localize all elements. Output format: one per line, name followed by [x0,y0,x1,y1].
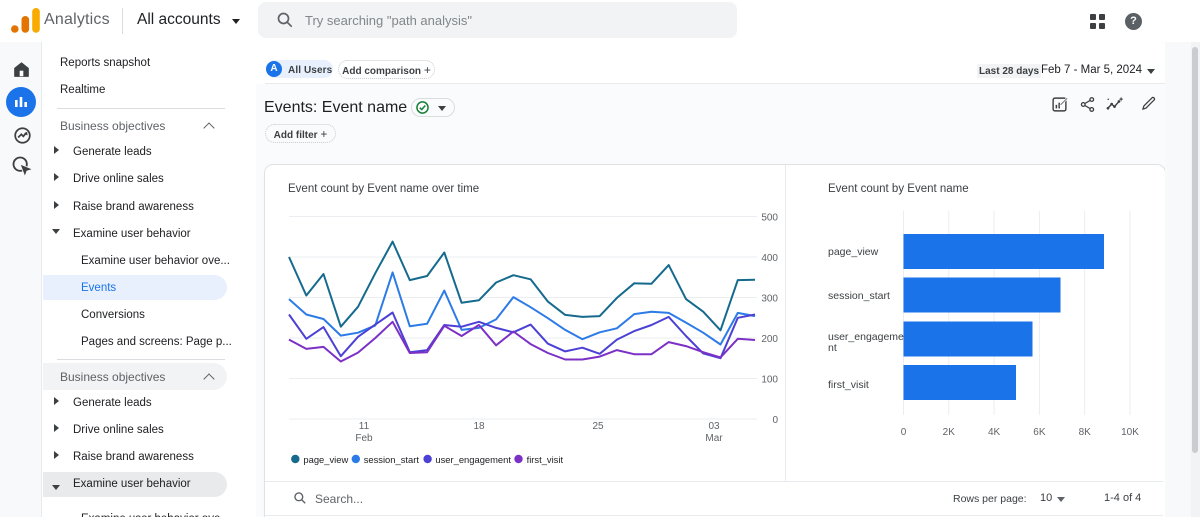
svg-text:first_visit: first_visit [828,379,869,391]
svg-text:Mar: Mar [705,433,723,444]
svg-text:page_view: page_view [828,246,879,258]
svg-text:user_engagement: user_engagement [435,454,511,465]
svg-text:200: 200 [761,334,778,345]
svg-text:6K: 6K [1033,427,1046,438]
svg-text:session_start: session_start [828,290,890,302]
svg-text:nt: nt [828,342,837,354]
svg-text:0: 0 [901,427,907,438]
svg-text:400: 400 [761,253,778,264]
svg-text:2K: 2K [943,427,956,438]
svg-text:500: 500 [761,213,778,224]
svg-text:session_start: session_start [364,454,420,465]
svg-text:8K: 8K [1079,427,1092,438]
svg-text:0: 0 [772,415,778,426]
svg-text:18: 18 [473,421,485,432]
svg-text:user_engageme: user_engageme [828,331,904,343]
svg-text:4K: 4K [988,427,1001,438]
svg-text:100: 100 [761,375,778,386]
svg-text:page_view: page_view [303,454,348,465]
svg-text:25: 25 [592,421,604,432]
svg-text:first_visit: first_visit [527,454,564,465]
svg-text:03: 03 [708,421,720,432]
svg-text:300: 300 [761,294,778,305]
svg-text:Feb: Feb [355,433,373,444]
svg-text:11: 11 [359,421,370,432]
svg-text:10K: 10K [1121,427,1139,438]
